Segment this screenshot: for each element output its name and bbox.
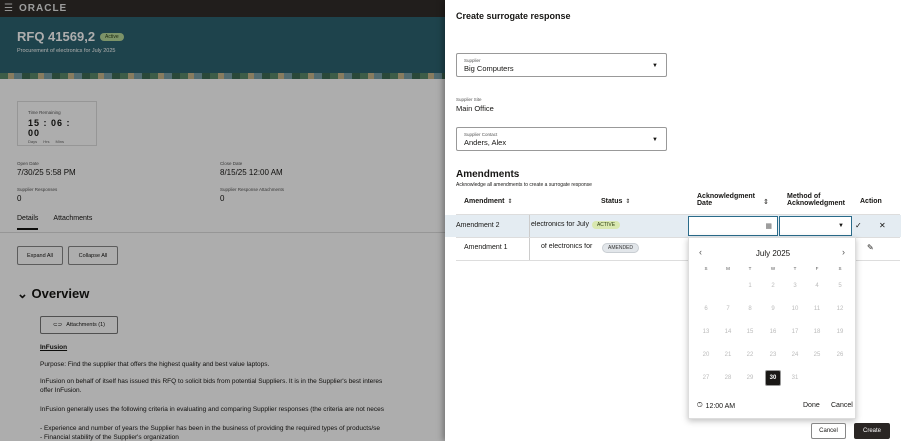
calendar-day[interactable]: 25 <box>809 347 825 363</box>
amendment-name: Amendment 1 <box>464 244 508 251</box>
calendar-day[interactable]: 23 <box>765 347 781 363</box>
create-button[interactable]: Create <box>854 423 890 439</box>
calendar-day[interactable]: 9 <box>765 301 781 317</box>
calendar-day[interactable]: 20 <box>698 347 714 363</box>
column-divider <box>529 215 530 237</box>
column-divider <box>529 238 530 260</box>
calendar-day[interactable]: 10 <box>787 301 803 317</box>
close-icon[interactable]: ✕ <box>879 221 886 230</box>
column-header-amendment[interactable]: Amendment ⇕ <box>464 198 512 205</box>
calendar-day[interactable]: 28 <box>720 370 736 386</box>
weekday-label: S <box>704 266 708 271</box>
column-header-amendment-label: Amendment <box>464 198 505 205</box>
caret-down-icon: ▼ <box>652 137 658 143</box>
checkmark-icon[interactable]: ✓ <box>855 221 862 230</box>
caret-down-icon: ▼ <box>838 223 844 229</box>
column-header-ack-date-line2: Date <box>697 200 713 207</box>
status-badge: ACTIVE <box>591 221 621 229</box>
calendar-icon[interactable]: ▦ <box>765 222 772 230</box>
calendar-day[interactable]: 27 <box>698 370 714 386</box>
pencil-icon[interactable]: ✎ <box>867 243 874 252</box>
calendar-day[interactable]: 14 <box>720 324 736 340</box>
amendments-heading: Amendments <box>456 169 520 180</box>
amendments-subtext: Acknowledge all amendments to create a s… <box>456 182 592 188</box>
calendar-day[interactable]: 1 <box>742 278 758 294</box>
column-header-status-label: Status <box>601 198 623 205</box>
sort-icon[interactable]: ⇕ <box>763 198 769 206</box>
supplier-contact-label: Supplier Contact <box>464 132 498 137</box>
supplier-contact-select[interactable]: Supplier Contact Anders, Alex ▼ <box>456 127 667 151</box>
column-header-ack-date[interactable]: Acknowledgment Date <box>697 193 755 207</box>
column-header-method: Method of Acknowledgment <box>787 193 845 207</box>
calendar-day[interactable]: 7 <box>720 301 736 317</box>
supplier-site-value: Main Office <box>456 104 494 113</box>
amendment-status: electronics for July ACTIVE <box>531 221 629 229</box>
drawer-title: Create surrogate response <box>456 11 571 21</box>
calendar-day[interactable]: 11 <box>809 301 825 317</box>
time-picker[interactable]: 🕓︎ 12:00 AM <box>697 402 735 410</box>
surrogate-response-drawer: Create surrogate response Supplier Big C… <box>445 0 901 441</box>
calendar-day[interactable]: 12 <box>832 301 848 317</box>
supplier-contact-value: Anders, Alex <box>464 138 507 147</box>
sort-icon: ⇕ <box>507 199 513 205</box>
cancel-button[interactable]: Cancel <box>811 423 846 439</box>
weekday-label: M <box>726 266 730 271</box>
calendar-day[interactable]: 24 <box>787 347 803 363</box>
date-picker-popup: ‹ July 2025 › SMTWTFS 1 2 3 4 5 6 7 8 9 10 11 12 13 1… <box>688 237 856 419</box>
calendar-day[interactable]: 21 <box>720 347 736 363</box>
calendar-cancel-button[interactable]: Cancel <box>831 402 853 409</box>
weekday-label: S <box>838 266 842 271</box>
supplier-label: Supplier <box>464 58 481 63</box>
column-header-ack-date-line1: Acknowledgment <box>697 193 755 200</box>
calendar-day[interactable]: 16 <box>765 324 781 340</box>
calendar-day[interactable]: 26 <box>832 347 848 363</box>
calendar-day[interactable]: 5 <box>832 278 848 294</box>
caret-down-icon: ▼ <box>652 63 658 69</box>
amendment-description: electronics for July <box>531 221 589 228</box>
weekday-label: F <box>815 266 819 271</box>
calendar-day[interactable]: 22 <box>742 347 758 363</box>
weekday-label: T <box>748 266 752 271</box>
calendar-day[interactable]: 18 <box>809 324 825 340</box>
weekday-label: W <box>770 266 776 271</box>
calendar-day[interactable]: 4 <box>809 278 825 294</box>
sort-icon: ⇕ <box>625 199 631 205</box>
modal-overlay[interactable] <box>0 0 445 441</box>
rfq-page: ☰ ORACLE RFQ 41569,2 Active Procurement … <box>0 0 445 441</box>
calendar-day-selected[interactable]: 30 <box>765 370 781 386</box>
calendar-day[interactable]: 15 <box>742 324 758 340</box>
calendar-day[interactable]: 29 <box>742 370 758 386</box>
calendar-month[interactable]: July 2025 <box>689 249 857 258</box>
acknowledgment-date-input[interactable]: ▦ <box>688 216 778 236</box>
column-header-status[interactable]: Status ⇕ <box>601 198 630 205</box>
calendar-day[interactable]: 3 <box>787 278 803 294</box>
calendar-day[interactable]: 31 <box>787 370 803 386</box>
weekday-label: T <box>793 266 797 271</box>
calendar-day[interactable]: 17 <box>787 324 803 340</box>
column-header-method-line2: Acknowledgment <box>787 200 845 207</box>
calendar-day[interactable]: 6 <box>698 301 714 317</box>
column-header-action: Action <box>860 198 882 205</box>
calendar-day[interactable]: 8 <box>742 301 758 317</box>
column-header-method-line1: Method of <box>787 193 821 200</box>
supplier-site-label: Supplier Site <box>456 97 482 102</box>
calendar-day[interactable]: 13 <box>698 324 714 340</box>
supplier-value: Big Computers <box>464 64 514 73</box>
amendment-description: of electronics for <box>541 243 593 250</box>
done-button[interactable]: Done <box>803 402 820 409</box>
calendar-day[interactable]: 19 <box>832 324 848 340</box>
amendment-name: Amendment 2 <box>456 222 500 229</box>
supplier-select[interactable]: Supplier Big Computers ▼ <box>456 53 667 77</box>
time-value: 12:00 AM <box>705 402 736 410</box>
status-badge: AMENDED <box>602 243 640 253</box>
clock-icon: 🕓︎ <box>697 402 703 409</box>
method-of-acknowledgment-select[interactable]: ▼ <box>779 216 852 236</box>
calendar-day[interactable]: 2 <box>765 278 781 294</box>
chevron-right-icon[interactable]: › <box>842 247 845 257</box>
